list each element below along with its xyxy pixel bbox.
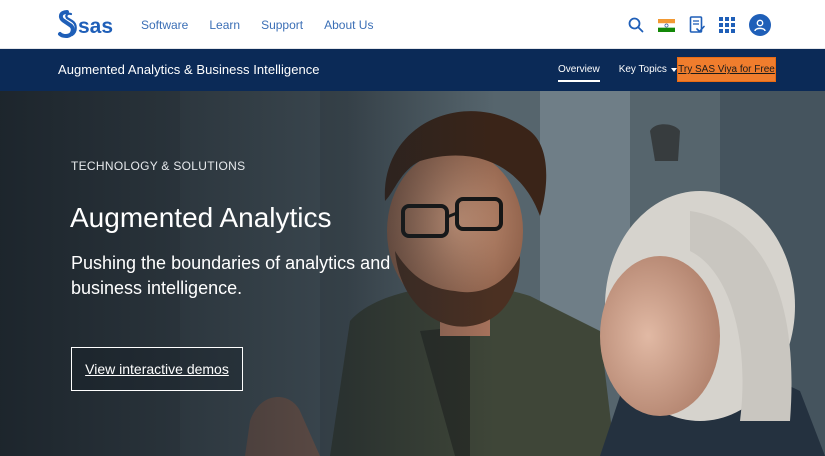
nav-about-us[interactable]: About Us: [324, 17, 373, 33]
sas-logo[interactable]: sas: [57, 8, 123, 42]
caret-down-icon: [670, 68, 677, 72]
utility-nav: [628, 12, 771, 38]
brand-wordmark: sas: [78, 15, 113, 38]
user-account-icon[interactable]: [749, 14, 771, 36]
nav-support[interactable]: Support: [261, 17, 303, 33]
tab-overview[interactable]: Overview: [558, 63, 600, 82]
top-header: sas Software Learn Support About Us: [0, 0, 825, 49]
key-topics-label: Key Topics: [618, 64, 667, 75]
section-title: Augmented Analytics & Business Intellige…: [58, 62, 320, 77]
section-nav-bar: Augmented Analytics & Business Intellige…: [0, 49, 825, 91]
nav-learn[interactable]: Learn: [209, 17, 240, 33]
hero-eyebrow: TECHNOLOGY & SOLUTIONS: [71, 159, 246, 173]
hero-subhead: Pushing the boundaries of analytics and …: [71, 253, 391, 298]
search-icon[interactable]: [628, 17, 644, 33]
hero-headline: Augmented Analytics: [70, 202, 332, 233]
india-flag-icon[interactable]: [658, 18, 675, 32]
key-topics-dropdown[interactable]: Key Topics: [619, 63, 677, 82]
view-demos-button[interactable]: View interactive demos: [71, 347, 243, 391]
hero-banner: TECHNOLOGY & SOLUTIONS Augmented Analyti…: [0, 91, 825, 456]
apps-grid-icon[interactable]: [719, 17, 735, 33]
nav-software[interactable]: Software: [141, 17, 188, 33]
try-sas-viya-button[interactable]: Try SAS Viya for Free: [677, 57, 776, 82]
section-nav: Overview Key Topics: [558, 63, 677, 82]
primary-nav: Software Learn Support About Us: [141, 17, 394, 33]
document-check-icon[interactable]: [689, 16, 705, 34]
